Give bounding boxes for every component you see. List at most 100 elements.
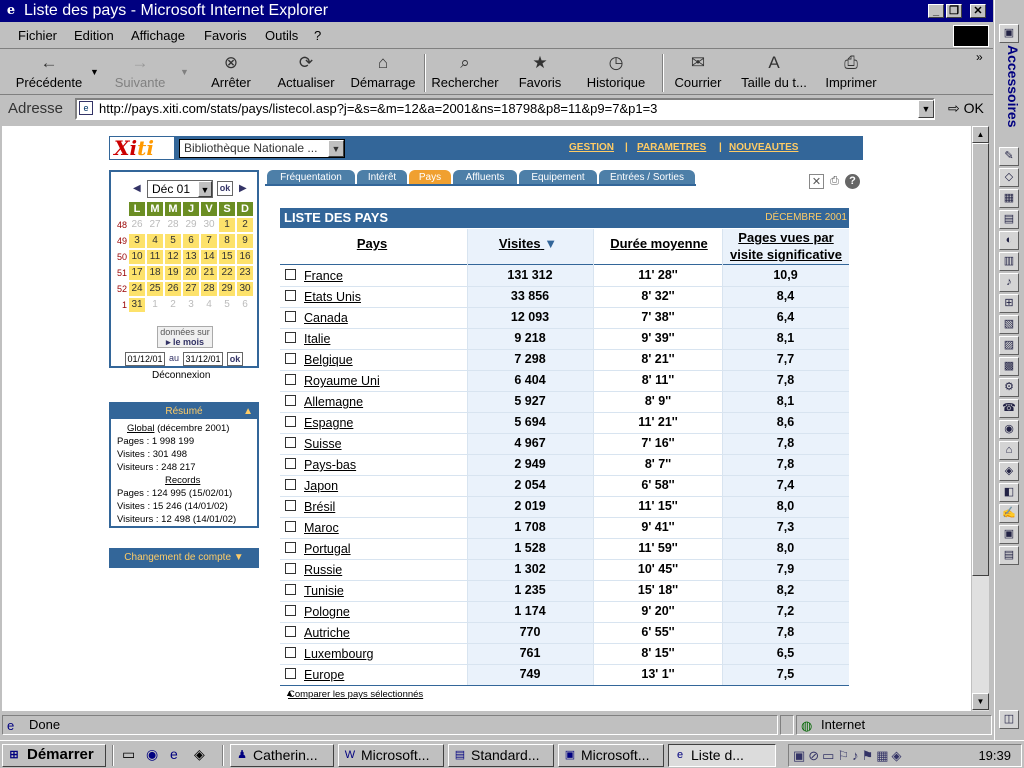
date-ok-button[interactable]: ok: [227, 352, 243, 366]
calendar-day[interactable]: 18: [147, 266, 163, 280]
row-checkbox[interactable]: [285, 626, 296, 637]
row-checkbox[interactable]: [285, 605, 296, 616]
sidebar-tool-icon[interactable]: ◇: [999, 168, 1019, 187]
calendar-day[interactable]: 1: [147, 298, 163, 312]
row-checkbox[interactable]: [285, 584, 296, 595]
calendar-day[interactable]: 28: [165, 218, 181, 232]
calendar-day[interactable]: 3: [183, 298, 199, 312]
nouveautes-link[interactable]: NOUVEAUTES: [729, 142, 798, 153]
country-link[interactable]: Portugal: [304, 542, 351, 556]
calendar-day[interactable]: 22: [219, 266, 235, 280]
forward-button[interactable]: → Suivante: [104, 50, 176, 95]
calendar-day[interactable]: 7: [201, 234, 217, 248]
country-link[interactable]: Russie: [304, 563, 342, 577]
sidebar-tool-icon[interactable]: ◈: [999, 462, 1019, 481]
scroll-down-icon[interactable]: ▼: [972, 693, 989, 710]
row-checkbox[interactable]: [285, 269, 296, 280]
country-link[interactable]: Tunisie: [304, 584, 344, 598]
tab-entrees-sorties[interactable]: Entrées / Sorties: [599, 170, 695, 185]
calendar-day[interactable]: 20: [183, 266, 199, 280]
calendar-day[interactable]: 25: [147, 282, 163, 296]
sidebar-tool-icon[interactable]: ▦: [999, 189, 1019, 208]
sidebar-tool-icon[interactable]: ▣: [999, 24, 1019, 43]
parametres-link[interactable]: PARAMETRES: [637, 142, 706, 153]
minimize-button[interactable]: _: [928, 4, 944, 18]
country-link[interactable]: Etats Unis: [304, 290, 361, 304]
country-link[interactable]: Italie: [304, 332, 330, 346]
back-button[interactable]: ← Précédente: [8, 50, 90, 95]
calendar-day[interactable]: 30: [201, 218, 217, 232]
country-link[interactable]: Maroc: [304, 521, 339, 535]
calendar-day[interactable]: 2: [237, 218, 253, 232]
task-button[interactable]: ▣ Microsoft...: [558, 744, 664, 767]
row-checkbox[interactable]: [285, 290, 296, 301]
calendar-day[interactable]: 6: [237, 298, 253, 312]
row-checkbox[interactable]: [285, 437, 296, 448]
address-dropdown[interactable]: ▼: [918, 100, 934, 118]
calendar-day[interactable]: 29: [219, 282, 235, 296]
country-link[interactable]: Pologne: [304, 605, 350, 619]
country-link[interactable]: Autriche: [304, 626, 350, 640]
tab-equipement[interactable]: Equipement: [519, 170, 597, 185]
col-visites[interactable]: Visites ▼: [498, 236, 558, 251]
favorites-button[interactable]: ★ Favoris: [510, 50, 570, 95]
menu-edition[interactable]: Edition: [74, 28, 114, 43]
next-month-icon[interactable]: ▶: [239, 183, 247, 194]
country-link[interactable]: Brésil: [304, 500, 335, 514]
home-button[interactable]: ⌂ Démarrage: [345, 50, 421, 95]
week-number[interactable]: 50: [113, 250, 127, 264]
site-select[interactable]: Bibliothèque Nationale ... ▼: [179, 139, 345, 158]
start-button[interactable]: ⊞ Démarrer: [2, 744, 106, 767]
row-checkbox[interactable]: [285, 353, 296, 364]
month-data-button[interactable]: données sur ▸ le mois: [157, 326, 213, 348]
row-checkbox[interactable]: [285, 311, 296, 322]
week-number[interactable]: 49: [113, 234, 127, 248]
title-bar[interactable]: e Liste des pays - Microsoft Internet Ex…: [0, 0, 993, 22]
sidebar-tool-icon[interactable]: ▩: [999, 357, 1019, 376]
row-checkbox[interactable]: [285, 479, 296, 490]
month-select[interactable]: Déc 01 ▼: [147, 180, 213, 198]
country-link[interactable]: Suisse: [304, 437, 342, 451]
tab-interet[interactable]: Intérêt: [357, 170, 407, 185]
calendar-day[interactable]: 24: [129, 282, 145, 296]
sidebar-tool-icon[interactable]: ▥: [999, 252, 1019, 271]
country-link[interactable]: Belgique: [304, 353, 353, 367]
calendar-day[interactable]: 9: [237, 234, 253, 248]
country-link[interactable]: Allemagne: [304, 395, 363, 409]
menu-favoris[interactable]: Favoris: [204, 28, 247, 43]
calendar-day[interactable]: 23: [237, 266, 253, 280]
calendar-day[interactable]: 21: [201, 266, 217, 280]
calendar-day[interactable]: 5: [219, 298, 235, 312]
toolbar-more-icon[interactable]: »: [976, 50, 983, 64]
refresh-button[interactable]: ⟳ Actualiser: [270, 50, 342, 95]
calendar-day[interactable]: 4: [147, 234, 163, 248]
row-checkbox[interactable]: [285, 416, 296, 427]
week-number[interactable]: 1: [113, 298, 127, 312]
calendar-day[interactable]: 16: [237, 250, 253, 264]
row-checkbox[interactable]: [285, 458, 296, 469]
calendar-day[interactable]: 13: [183, 250, 199, 264]
deconnexion-link[interactable]: Déconnexion: [152, 370, 210, 381]
row-checkbox[interactable]: [285, 542, 296, 553]
stop-button[interactable]: ⊗ Arrêter: [200, 50, 262, 95]
calendar-day[interactable]: 11: [147, 250, 163, 264]
country-link[interactable]: Pays-bas: [304, 458, 356, 472]
country-link[interactable]: Canada: [304, 311, 348, 325]
sidebar-tool-icon[interactable]: ▤: [999, 210, 1019, 229]
sidebar-tool-icon[interactable]: ▨: [999, 336, 1019, 355]
sidebar-tool-icon[interactable]: ☎: [999, 399, 1019, 418]
sidebar-tool-icon[interactable]: ⚙: [999, 378, 1019, 397]
row-checkbox[interactable]: [285, 500, 296, 511]
sidebar-tool-icon[interactable]: ♪: [999, 273, 1019, 292]
task-button[interactable]: ♟ Catherin...: [230, 744, 334, 767]
sidebar-tool-icon[interactable]: ▣: [999, 525, 1019, 544]
desktop-icon[interactable]: ▭: [122, 746, 135, 763]
calendar-day[interactable]: 27: [183, 282, 199, 296]
sidebar-tool-icon[interactable]: ◉: [999, 420, 1019, 439]
scroll-thumb[interactable]: [972, 143, 989, 576]
chevron-down-icon[interactable]: ▼: [328, 140, 344, 157]
sidebar-tool-icon[interactable]: ◧: [999, 483, 1019, 502]
calendar-day[interactable]: 1: [219, 218, 235, 232]
row-checkbox[interactable]: [285, 374, 296, 385]
sidebar-tool-icon[interactable]: ◐: [999, 231, 1019, 250]
